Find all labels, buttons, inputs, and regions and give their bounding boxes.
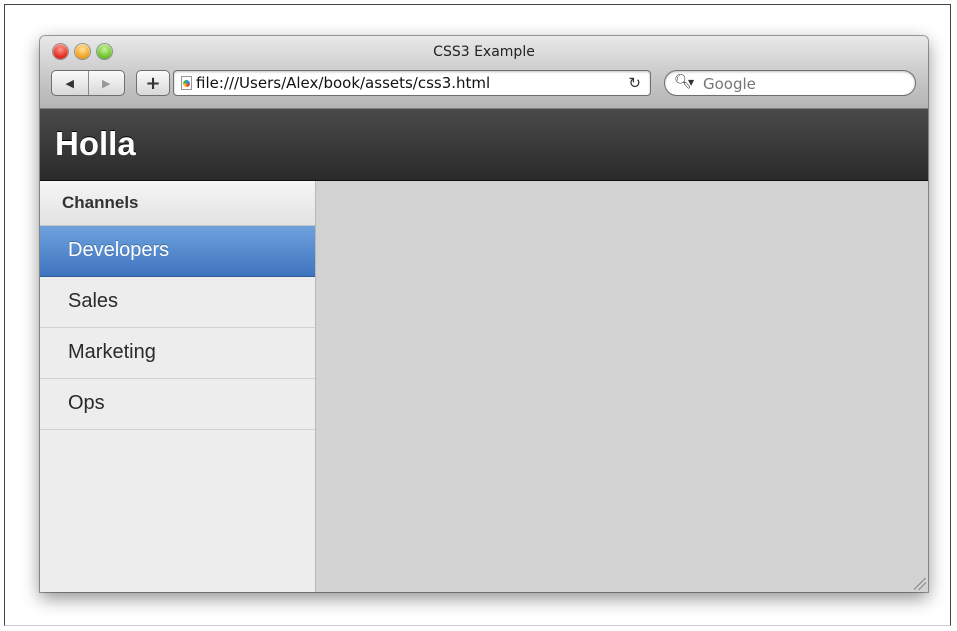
channel-item-sales[interactable]: Sales bbox=[40, 277, 315, 328]
browser-window: CSS3 Example ◀ ▶ + file:///Users/Alex/bo… bbox=[40, 36, 928, 592]
app-title: Holla bbox=[55, 125, 136, 162]
forward-arrow-icon: ▶ bbox=[102, 76, 111, 90]
sidebar-heading: Channels bbox=[40, 181, 315, 226]
channel-item-marketing[interactable]: Marketing bbox=[40, 328, 315, 379]
search-bar[interactable]: 🔍︎ ▼ bbox=[664, 70, 916, 96]
app-header: Holla bbox=[40, 109, 928, 181]
resize-grip-icon[interactable] bbox=[914, 578, 926, 590]
back-button[interactable]: ◀ bbox=[52, 71, 88, 95]
title-bar: CSS3 Example ◀ ▶ + file:///Users/Alex/bo… bbox=[40, 36, 928, 109]
window-title: CSS3 Example bbox=[433, 44, 535, 60]
address-bar[interactable]: file:///Users/Alex/book/assets/css3.html… bbox=[173, 70, 651, 96]
channel-item-ops[interactable]: Ops bbox=[40, 379, 315, 430]
sidebar: Channels Developers Sales Marketing Ops bbox=[40, 181, 316, 592]
forward-button[interactable]: ▶ bbox=[87, 71, 125, 95]
page-icon bbox=[181, 76, 192, 90]
channel-item-developers[interactable]: Developers bbox=[40, 226, 315, 277]
add-bookmark-button[interactable]: + bbox=[136, 70, 170, 96]
back-forward-group: ◀ ▶ bbox=[51, 70, 125, 96]
main-content bbox=[316, 181, 928, 592]
url-text[interactable]: file:///Users/Alex/book/assets/css3.html bbox=[196, 74, 490, 92]
back-arrow-icon: ◀ bbox=[65, 76, 74, 90]
reload-icon[interactable]: ↻ bbox=[628, 74, 641, 92]
search-input[interactable] bbox=[703, 75, 903, 93]
plus-icon: + bbox=[145, 72, 161, 94]
search-menu-caret-icon[interactable]: ▼ bbox=[688, 78, 694, 87]
